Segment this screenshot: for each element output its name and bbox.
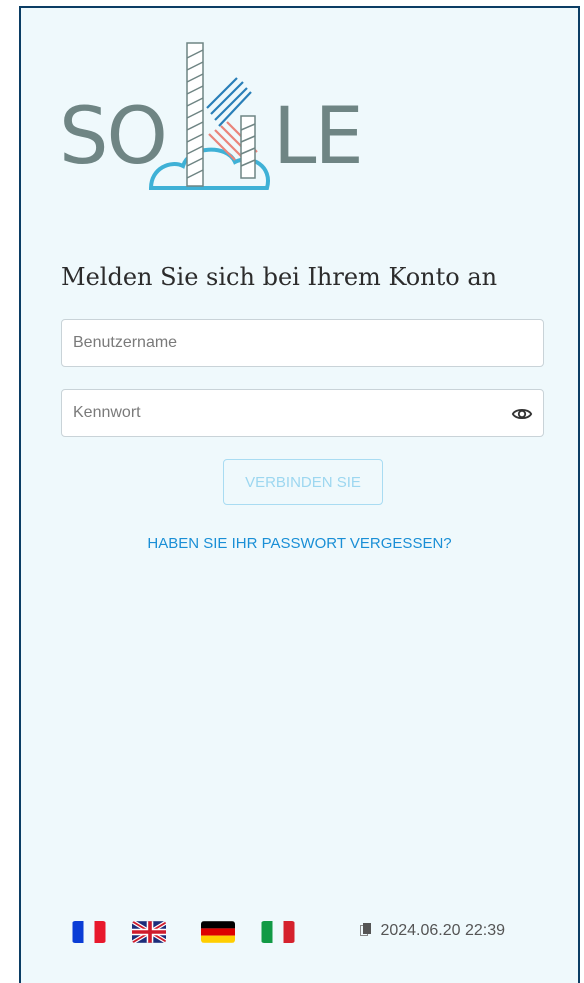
uk-flag-icon[interactable] [132,921,166,943]
connect-button[interactable]: VERBINDEN SIE [223,459,383,505]
username-input[interactable] [62,320,543,366]
sokle-logo: SO LE [59,38,381,206]
page-title: Melden Sie sich bei Ihrem Konto an [61,263,498,291]
french-flag-icon[interactable] [72,921,106,943]
version-text: 2024.06.20 22:39 [380,922,506,939]
forgot-password-link[interactable]: HABEN SIE IHR PASSWORT VERGESSEN? [21,535,578,552]
login-panel: SO LE Melden Sie sich bei Ihrem Konto an… [19,6,580,983]
german-flag-icon[interactable] [201,921,235,943]
document-icon [360,923,371,936]
password-input[interactable] [62,390,543,436]
logo-wordmark-right: LE [273,92,364,182]
version-label: 2024.06.20 22:39 [360,922,505,940]
password-field-container [61,389,544,437]
eye-icon[interactable] [511,403,533,425]
italian-flag-icon[interactable] [261,921,295,943]
username-field-container [61,319,544,367]
